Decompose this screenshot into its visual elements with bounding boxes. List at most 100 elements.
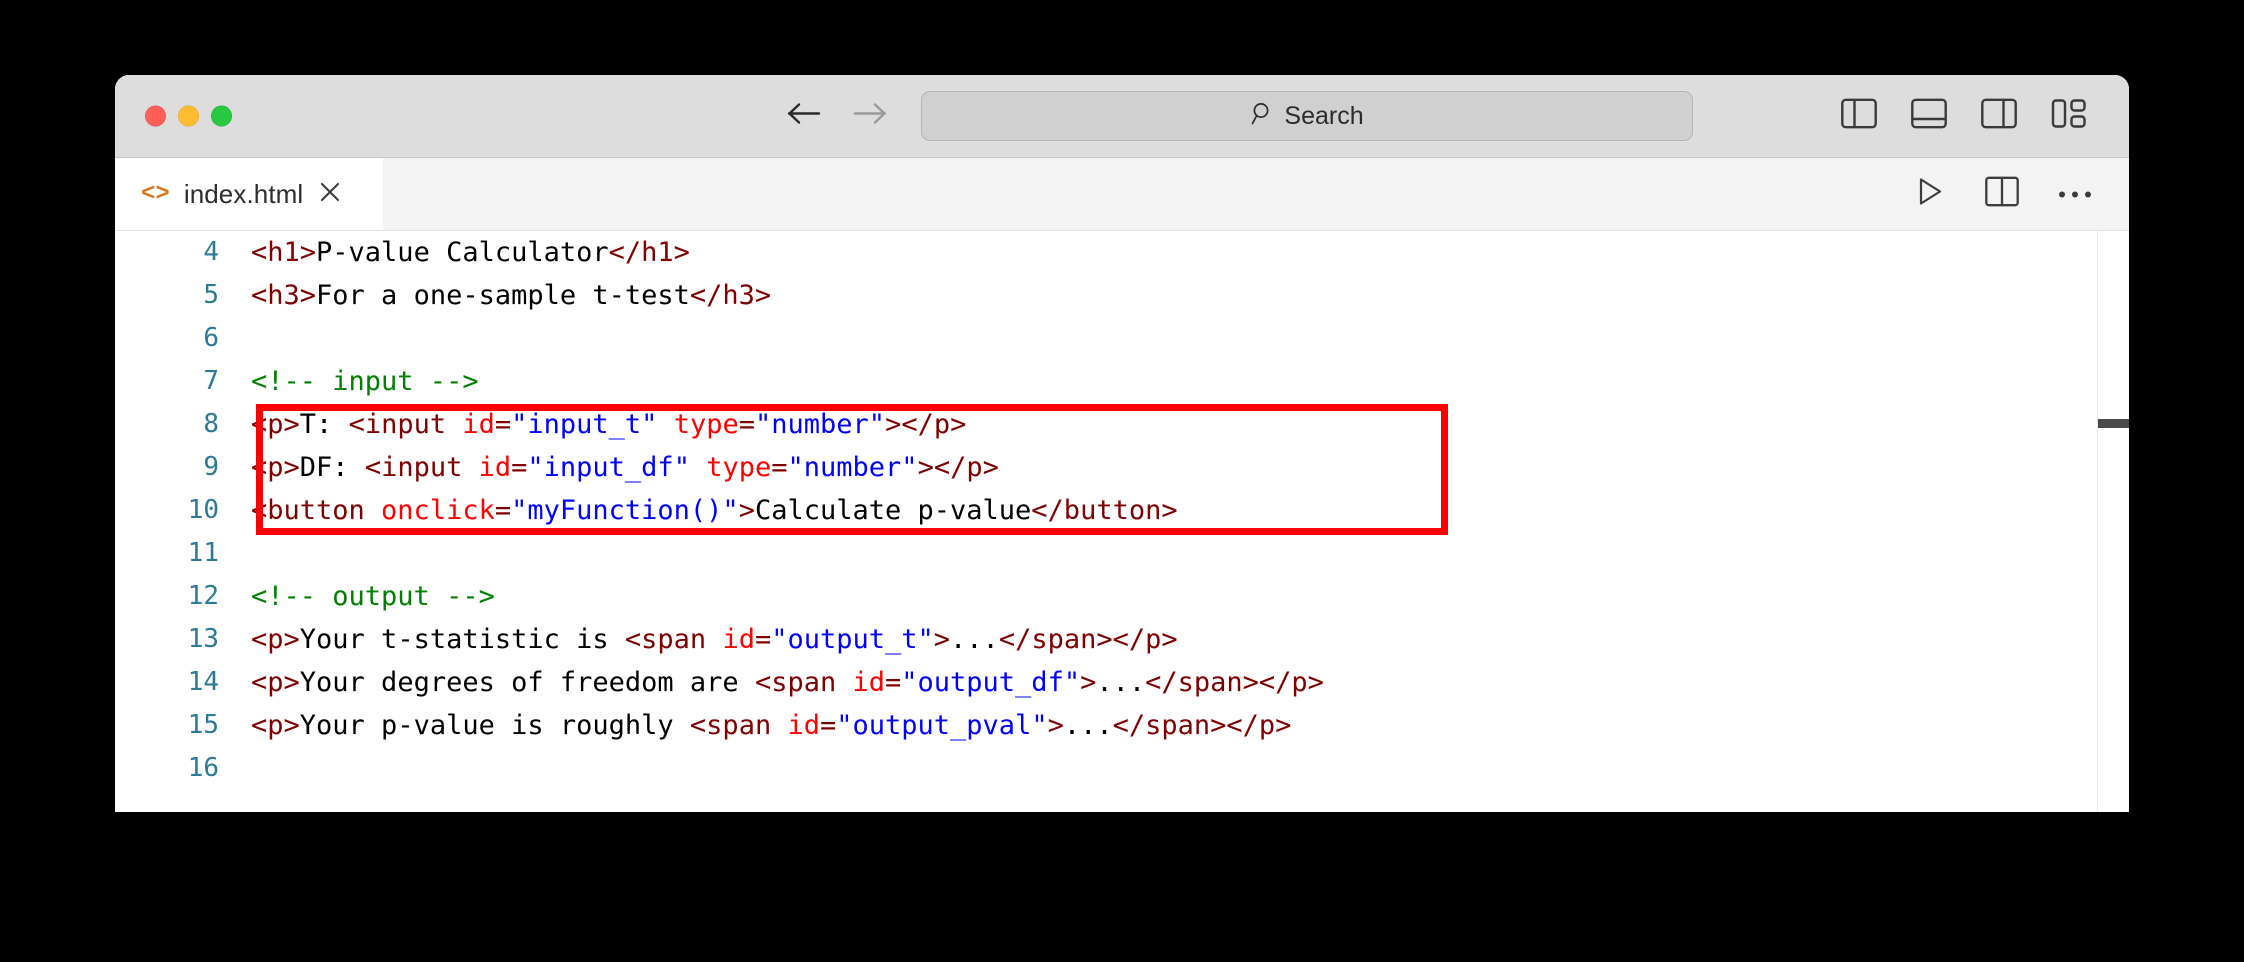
minimize-window-button[interactable] (178, 105, 199, 127)
code-line[interactable]: 9 <p>DF: <input id="input_df" type="numbe… (115, 446, 2129, 489)
ellipsis-dot (2072, 191, 2078, 197)
code-line[interactable]: 4 <h1>P-value Calculator</h1> (115, 231, 2129, 274)
maximize-window-button[interactable] (211, 105, 232, 127)
code-token-tag: = (754, 624, 772, 655)
code-token-tag: <span (689, 710, 788, 741)
code-token-tag: <span (754, 667, 853, 698)
window-titlebar: Search (115, 75, 2129, 158)
code-token-tag: <h3> (251, 280, 317, 311)
code-line[interactable]: 6 (115, 317, 2129, 360)
code-line[interactable]: 11 (115, 532, 2129, 575)
code-token-tag: </span></p> (1145, 667, 1324, 698)
code-token-text: T: (299, 409, 349, 440)
ellipsis-dot (2059, 191, 2065, 197)
line-number: 12 (187, 581, 219, 611)
code-line[interactable]: 5 <h3>For a one-sample t-test</h3> (115, 274, 2129, 317)
split-editor-icon[interactable] (1985, 176, 2019, 213)
code-token-attr: type (673, 409, 739, 440)
close-window-button[interactable] (145, 105, 166, 127)
code-token-tag: = (771, 452, 788, 483)
toggle-secondary-sidebar-icon[interactable] (1981, 98, 2017, 135)
code-line[interactable]: 7 <!-- input --> (115, 360, 2129, 403)
customize-layout-icon[interactable] (2051, 98, 2087, 135)
code-token-attr: type (706, 452, 772, 483)
code-line[interactable]: 10 <button onclick="myFunction()">Calcula… (115, 489, 2129, 532)
code-line[interactable]: 16 (115, 747, 2129, 790)
ellipsis-icon[interactable] (2059, 191, 2091, 197)
editor-minimap-divider (2097, 231, 2098, 812)
code-token-tag: <p> (251, 667, 300, 698)
editor-scrollbar-marker[interactable] (2098, 419, 2129, 428)
code-token-text: P-value Calculator (316, 237, 609, 268)
code-token-attr: id (852, 667, 885, 698)
code-content: <p>Your t-statistic is <span id="output_… (237, 618, 1178, 661)
code-editor[interactable]: 4 <h1>P-value Calculator</h1> 5 <h3>For a o… (115, 231, 2129, 812)
code-lines-container: 4 <h1>P-value Calculator</h1> 5 <h3>For a o… (115, 231, 2129, 812)
code-token-text: Calculate p-value (754, 495, 1032, 526)
line-number: 16 (187, 753, 219, 783)
arrow-left-icon[interactable] (787, 101, 821, 132)
code-token-tag: <p> (251, 710, 300, 741)
code-token-tag: = (494, 495, 512, 526)
code-line[interactable]: 8 <p>T: <input id="input_t" type="number"… (115, 403, 2129, 446)
code-line[interactable]: 14 <p>Your degrees of freedom are <span i… (115, 661, 2129, 704)
close-tab-icon[interactable] (317, 179, 343, 210)
line-number: 14 (187, 667, 219, 697)
line-number: 10 (187, 495, 219, 525)
code-token-text: Your p-value is roughly (299, 710, 690, 741)
code-token-tag: </span></p> (998, 624, 1178, 655)
code-token-attr: id (478, 452, 512, 483)
code-token-comment: <!-- output --> (251, 581, 495, 612)
code-token-text: Your t-statistic is (299, 624, 625, 655)
code-line[interactable]: 13 <p>Your t-statistic is <span id="outpu… (115, 618, 2129, 661)
code-token-text: Your degrees of freedom are (299, 667, 755, 698)
code-token-tag: = (511, 452, 528, 483)
tab-bar-actions (1915, 176, 2091, 213)
html-file-icon: <> (141, 180, 170, 208)
code-content: <p>Your p-value is roughly <span id="out… (237, 704, 1291, 747)
code-content: <h1>P-value Calculator</h1> (237, 231, 690, 274)
code-token-tag: <p> (251, 452, 300, 483)
code-content: <p>DF: <input id="input_df" type="number… (237, 446, 999, 489)
play-triangle-icon[interactable] (1915, 176, 1945, 213)
code-token-tag: > (1080, 667, 1097, 698)
code-token-val: "output_pval" (836, 710, 1048, 741)
code-token-tag: = (738, 409, 756, 440)
code-token-tag (657, 409, 673, 440)
navigation-arrows (787, 101, 887, 132)
code-token-tag: <span (624, 624, 723, 655)
search-icon (1250, 101, 1274, 132)
code-token-val: "input_df" (527, 452, 690, 483)
code-token-val: "myFunction()" (511, 495, 739, 526)
tab-label: index.html (183, 178, 304, 209)
code-token-val: "input_t" (511, 409, 658, 440)
code-token-tag: ></p> (885, 409, 967, 440)
search-input[interactable]: Search (921, 91, 1693, 141)
code-content: <p>Your degrees of freedom are <span id=… (237, 661, 1324, 704)
traffic-light-buttons (145, 105, 232, 127)
code-token-text: ... (1063, 710, 1113, 741)
toggle-panel-icon[interactable] (1911, 98, 1947, 135)
code-token-val: "output_t" (771, 624, 934, 655)
code-token-val: "number" (755, 409, 886, 440)
tab-index-html[interactable]: <> index.html (115, 158, 383, 230)
code-content: <!-- input --> (237, 360, 479, 403)
code-token-val: "output_df" (901, 667, 1081, 698)
code-line[interactable]: 15 <p>Your p-value is roughly <span id="o… (115, 704, 2129, 747)
toggle-primary-sidebar-icon[interactable] (1841, 98, 1877, 135)
layout-toggle-group (1841, 98, 2087, 135)
code-token-tag: <p> (251, 409, 300, 440)
arrow-right-icon[interactable] (853, 101, 887, 132)
code-token-tag: = (494, 409, 512, 440)
code-token-tag: ></p> (917, 452, 999, 483)
line-number: 15 (187, 710, 219, 740)
line-number: 13 (187, 624, 219, 654)
code-token-tag: > (933, 624, 951, 655)
code-token-text: ... (1096, 667, 1146, 698)
code-line[interactable]: 12 <!-- output --> (115, 575, 2129, 618)
code-token-tag: = (819, 710, 837, 741)
code-content: <button onclick="myFunction()">Calculate… (237, 489, 1178, 532)
code-token-text: For a one-sample t-test (316, 280, 690, 311)
code-token-tag: <button (251, 495, 382, 526)
editor-tab-bar: <> index.html (115, 158, 2129, 231)
